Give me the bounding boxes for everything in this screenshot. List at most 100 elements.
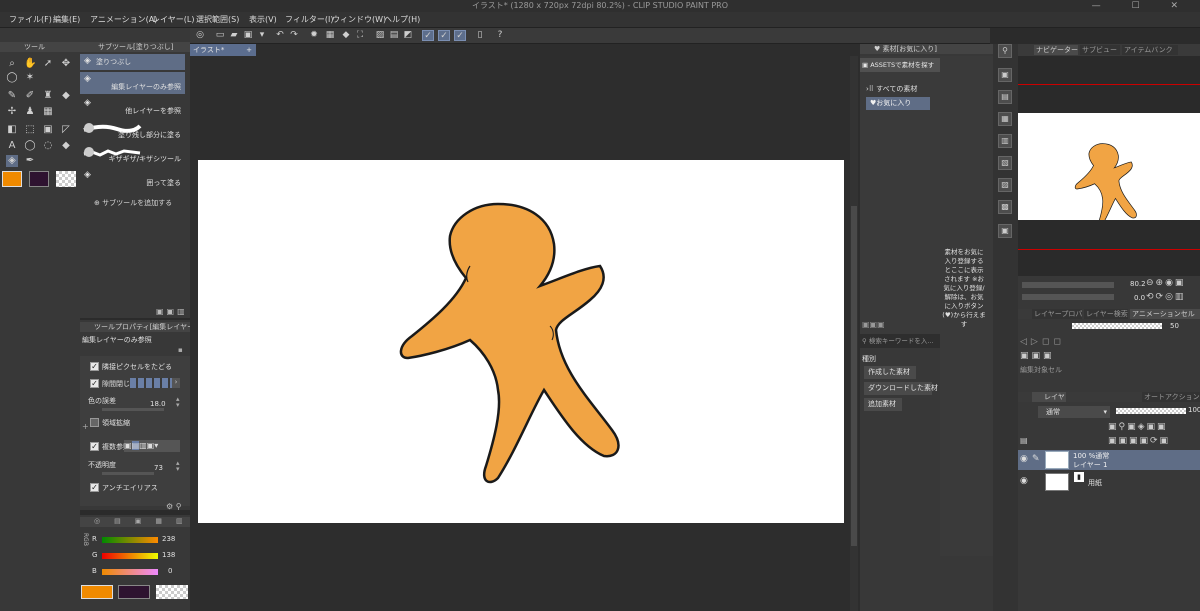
menu-help[interactable]: ヘルプ(H) [384,12,420,28]
airbrush-icon[interactable]: ◆ [60,90,72,102]
drawing-canvas[interactable] [198,160,844,523]
tab-auto-action[interactable]: オートアクション [1142,392,1200,402]
adjacent-checkbox[interactable]: ✓ [90,362,99,371]
snap-special-ruler-icon[interactable]: ✓ [438,30,450,41]
dropdown-icon[interactable]: ▾ [256,30,268,41]
tab-layer[interactable]: レイヤー [1032,392,1066,411]
category-downloaded-button[interactable]: ダウンロードした素材 [864,382,938,395]
subtool-item[interactable]: ◈ 塗りつぶし [80,54,185,70]
ruler-icon[interactable]: ⬚ [24,124,36,136]
tab-item-bank[interactable]: アイテムバンク [1122,45,1178,55]
clear-icon[interactable]: ✹ [308,30,320,41]
category-added-button[interactable]: 追加素材 [864,398,902,411]
material-folder-icon[interactable]: ▤ [998,90,1012,104]
subtool-item[interactable]: 塗り残し部分に塗る [80,120,185,142]
fill-tool-icon[interactable]: ◈ [6,155,18,167]
open-file-icon[interactable]: ▰ [228,30,240,41]
stepper-icon[interactable]: ▴ ▾ [176,396,180,409]
area-scaling-checkbox[interactable] [90,418,99,427]
selection-icon[interactable]: ◩ [402,30,414,41]
multi-ref-options[interactable]: ▣▤▥▣▾ [124,440,180,452]
tab-navigator[interactable]: ナビゲーター [1034,45,1078,55]
pen-lock-icon[interactable]: ✎ [1032,454,1040,464]
rotate-buttons[interactable]: ⟲⟳◎▥ [1146,292,1185,302]
brush-icon[interactable]: ♜ [42,90,54,102]
transparent-swatch[interactable] [156,585,188,599]
sub-color-swatch[interactable] [29,171,49,187]
expand-icon[interactable]: + [82,422,89,431]
stepper-icon[interactable]: ▴ ▾ [176,460,180,473]
menu-filter[interactable]: フィルター(I) [285,12,333,28]
material-monochrome-icon[interactable]: ▥ [998,134,1012,148]
menu-animation[interactable]: アニメーション(A) [90,12,157,28]
snap-grid-icon[interactable]: ✓ [454,30,466,41]
material-search-input[interactable]: ⚲ 検索キーワードを入... [860,334,940,348]
zoom-buttons[interactable]: ⊖⊕◉▣ [1146,278,1185,288]
subtool-item[interactable]: ◈ 他レイヤーを参照 [80,96,185,118]
transparent-swatch[interactable] [56,171,76,187]
material-color-icon[interactable]: ▧ [998,156,1012,170]
redo-icon[interactable]: ↷ [288,30,300,41]
document-tab[interactable]: イラスト* + [190,44,256,56]
category-created-button[interactable]: 作成した素材 [864,366,916,379]
invert-selection-icon[interactable]: ▤ [388,30,400,41]
layer-opacity-slider[interactable] [1116,408,1186,414]
antialias-checkbox[interactable]: ✓ [90,483,99,492]
menu-window[interactable]: ウィンドウ(W) [332,12,386,28]
select-layer-icon[interactable]: ➚ [42,58,54,70]
add-tab-icon[interactable]: + [246,44,252,56]
window-controls[interactable]: — ☐ ✕ [1092,1,1192,11]
menu-selection[interactable]: 選択範囲(S) [196,12,239,28]
main-color-swatch[interactable] [2,171,22,187]
rotate-slider[interactable] [1022,294,1114,300]
menu-edit[interactable]: 編集(E) [53,12,80,28]
eraser-icon[interactable]: ◆ [60,140,72,152]
fill-icon[interactable]: ▦ [324,30,336,41]
tab-layer-property[interactable]: レイヤープロパティ [1032,309,1082,319]
magic-wand-icon[interactable]: ✶ [24,72,36,84]
zoom-icon[interactable]: ⌕ [6,58,18,70]
pencil-icon[interactable]: ✐ [24,90,36,102]
lasso-icon[interactable]: ◯ [6,72,18,84]
material-pattern-icon[interactable]: ▦ [998,112,1012,126]
text-icon[interactable]: A [6,140,18,152]
device-icon[interactable]: ▯ [474,30,486,41]
menu-layer[interactable]: レイヤー(L) [152,12,194,28]
tab-animation-cel[interactable]: アニメーションセル [1130,309,1200,319]
canvas-scrollbar[interactable] [850,56,858,611]
layer-tool-icons[interactable]: ▣⚲▣◈▣▣ [1108,422,1168,432]
layer-row[interactable]: ◉ ▮ 用紙 [1018,472,1200,492]
menu-view[interactable]: 表示(V) [249,12,277,28]
material-body-icon[interactable]: ▨ [998,178,1012,192]
undo-icon[interactable]: ↶ [274,30,286,41]
clip-studio-icon[interactable]: ◎ [194,30,206,41]
hand-icon[interactable]: ✋ [24,58,36,70]
tab-subview[interactable]: サブビュー [1080,45,1120,55]
layer-row[interactable]: ◉ ✎ 100 %通常 レイヤー 1 [1018,450,1200,470]
material-3d-icon[interactable]: ▩ [998,200,1012,214]
main-color-swatch[interactable] [81,585,113,599]
zoom-slider[interactable] [1022,282,1114,288]
snap-ruler-icon[interactable]: ✓ [422,30,434,41]
subtool-item[interactable]: ◈ 囲って塗る [80,168,185,190]
balloon-icon[interactable]: ◯ [24,140,36,152]
pen-icon[interactable]: ✎ [6,90,18,102]
eyedropper-icon[interactable]: ✒ [24,155,36,167]
cel-nav-icons[interactable]: ◁▷◻◻ [1020,337,1065,347]
decoration-icon[interactable]: ✢ [6,106,18,118]
eye-icon[interactable]: ◉ [1020,476,1028,486]
paint-bucket-icon[interactable]: ◆ [340,30,352,41]
b-slider[interactable] [102,569,158,575]
line-icon[interactable]: ◸ [60,124,72,136]
material-tree-item[interactable]: ›⠿ すべての素材 [866,84,917,94]
search-icon[interactable]: ⚲ [998,44,1012,58]
subtool-footer-icons[interactable]: ▣▣▥ [156,307,188,316]
material-tree-item[interactable]: ♥お気に入り [866,97,930,110]
tab-layer-search[interactable]: レイヤー検索 [1084,309,1128,319]
lock-icon[interactable]: ▪ [178,346,183,354]
color-margin-slider[interactable] [102,408,164,411]
opacity-slider[interactable] [102,472,154,475]
navigator-preview[interactable] [1018,113,1200,226]
close-gap-levels[interactable] [130,378,178,388]
save-icon[interactable]: ▣ [242,30,254,41]
